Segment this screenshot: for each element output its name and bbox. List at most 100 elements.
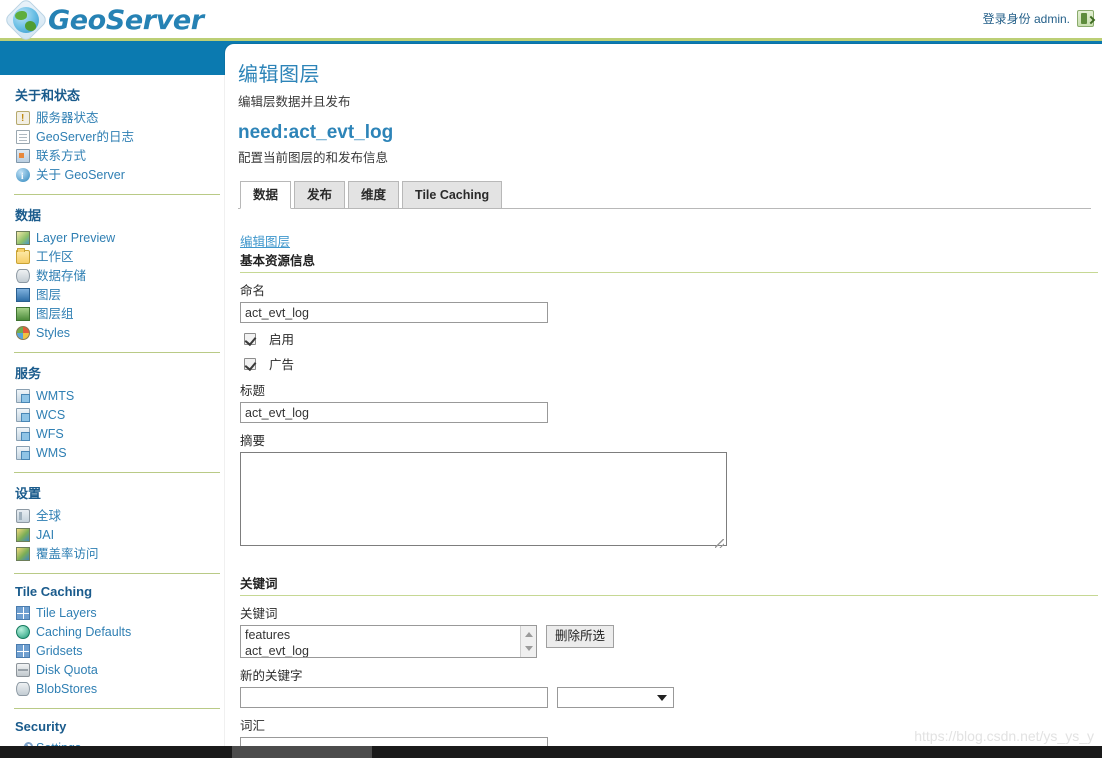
logout-icon[interactable] [1077,10,1094,27]
keywords-scrollbar[interactable] [520,626,536,657]
layer-icon [16,288,30,302]
sidebar-item-label: 关于 GeoServer [36,168,125,182]
enabled-checkbox-row[interactable]: 启用 [244,329,1098,348]
sidebar-item-layer-preview[interactable]: Layer Preview [14,229,220,248]
keywords-listbox[interactable]: features act_evt_log [240,625,537,658]
global-settings-icon [16,509,30,523]
advertised-checkbox-row[interactable]: 广告 [244,354,1098,373]
sidebar-item-[interactable]: 工作区 [14,248,220,267]
keywords-items[interactable]: features act_evt_log [241,626,536,657]
palette-icon [16,326,30,340]
sidebar-item-geoserver[interactable]: 关于 GeoServer [14,166,220,185]
sidebar-item-label: 全球 [36,509,62,523]
sidebar-group: 关于和状态服务器状态 GeoServer的日志联系方式关于 GeoServer [14,85,220,185]
login-text: 登录身份 admin. [982,12,1070,26]
remove-selected-button[interactable]: 删除所选 [546,625,615,648]
tiles-icon [16,606,30,620]
sidebar-item-caching-defaults[interactable]: Caching Defaults [14,623,220,642]
brand-logo[interactable]: GeoServer [3,0,204,43]
keywords-list-label: 关键词 [240,607,278,621]
new-keyword-row [240,687,1098,708]
tab-tile-caching[interactable]: Tile Caching [402,181,503,209]
sidebar-item-styles[interactable]: Styles [14,324,220,343]
sidebar-item-label: 图层 [36,288,62,302]
scroll-down-icon[interactable] [525,646,533,651]
sidebar-divider [14,472,220,473]
keyword-option[interactable]: act_evt_log [245,643,532,657]
jai-icon [16,528,30,542]
sidebar-item-[interactable]: 图层组 [14,305,220,324]
sidebar-item-label: WCS [36,408,66,422]
sidebar-item-[interactable]: 覆盖率访问 [14,545,220,564]
layer-description: 配置当前图层的和发布信息 [238,151,389,165]
keyword-option[interactable]: features [245,627,532,643]
sidebar-item-[interactable]: 全球 [14,507,220,526]
abstract-field-label: 摘要 [240,434,266,448]
sidebar-group: 数据 Layer Preview 工作区数据存储图层图层组 Styles [14,205,220,343]
sidebar-item-label: Layer Preview [36,231,116,245]
folder-icon [16,248,30,264]
tab-[interactable]: 数据 [240,181,292,209]
basic-info-title: 基本资源信息 [240,250,1098,273]
service-icon [16,389,30,403]
sidebar-item-[interactable]: 图层 [14,286,220,305]
tab-[interactable]: 维度 [348,181,400,209]
sidebar-divider [14,194,220,195]
sidebar-item-jai[interactable]: JAI [14,526,220,545]
sidebar-item-label: 工作区 [36,250,74,264]
sidebar-item-label: BlobStores [36,682,98,696]
page-title: 编辑图层 [238,64,320,86]
main-panel: 编辑图层 编辑层数据并且发布 need:act_evt_log 配置当前图层的和… [225,44,1102,758]
new-keyword-input[interactable] [240,687,548,708]
title-input[interactable] [240,402,548,423]
watermark: https://blog.csdn.net/ys_ys_y [914,728,1094,744]
sidebar-divider [14,708,220,709]
sidebar-item-tile-layers[interactable]: Tile Layers [14,604,220,623]
enabled-checkbox-label: 启用 [269,333,295,347]
tiles-icon [16,644,30,658]
app-header: GeoServer 登录身份 admin. [0,0,1102,43]
sidebar-item-gridsets[interactable]: Gridsets [14,642,220,661]
abstract-textarea[interactable] [240,452,727,546]
new-keyword-label: 新的关键字 [240,669,303,683]
sidebar-item-[interactable]: 服务器状态 [14,109,220,128]
sidebar-group-title: 关于和状态 [15,88,81,103]
sidebar-item-disk-quota[interactable]: Disk Quota [14,661,220,680]
sidebar-group-title: Security [15,719,67,734]
name-field-label: 命名 [240,284,266,298]
sidebar-item-wcs[interactable]: WCS [14,406,220,425]
sidebar-item-label: WFS [36,427,64,441]
sidebar-item-geoserver[interactable]: GeoServer的日志 [14,128,220,147]
sidebar-item-blobstores[interactable]: BlobStores [14,680,220,699]
sidebar-item-wmts[interactable]: WMTS [14,387,220,406]
layer-data-form: 编辑图层 基本资源信息 命名 启用 广告 标题 摘要 关键词 关键词 featu… [238,231,1098,758]
advertised-checkbox[interactable] [244,357,256,370]
sidebar-item-wms[interactable]: WMS [14,444,220,463]
map-icon [16,231,30,245]
enabled-checkbox[interactable] [244,332,256,345]
vocabulary-select[interactable] [557,687,674,708]
sidebar-item-label: 数据存储 [36,269,87,283]
service-icon [16,446,30,460]
tab-bar: 数据 发布 维度 Tile Caching [238,181,1091,209]
database-icon [16,269,30,283]
sidebar-group-title: 数据 [15,208,42,223]
edit-layer-link[interactable]: 编辑图层 [240,231,1098,250]
browser-footer-tab[interactable] [232,746,372,758]
sidebar-item-wfs[interactable]: WFS [14,425,220,444]
sidebar-item-[interactable]: 联系方式 [14,147,220,166]
sidebar-item-[interactable]: 数据存储 [14,267,220,286]
tab-[interactable]: 发布 [294,181,346,209]
scroll-up-icon[interactable] [525,632,533,637]
sidebar-item-label: 覆盖率访问 [36,547,99,561]
sidebar-group-title: 设置 [15,486,42,501]
layer-group-icon [16,307,30,321]
service-icon [16,408,30,422]
name-input[interactable] [240,302,548,323]
sidebar-divider [14,352,220,353]
abstract-wrapper [240,452,727,551]
sidebar-item-label: 服务器状态 [36,111,99,125]
sidebar-item-label: 图层组 [36,307,74,321]
contact-card-icon [16,149,30,163]
sidebar-nav: 关于和状态服务器状态 GeoServer的日志联系方式关于 GeoServer 数据… [0,75,225,758]
